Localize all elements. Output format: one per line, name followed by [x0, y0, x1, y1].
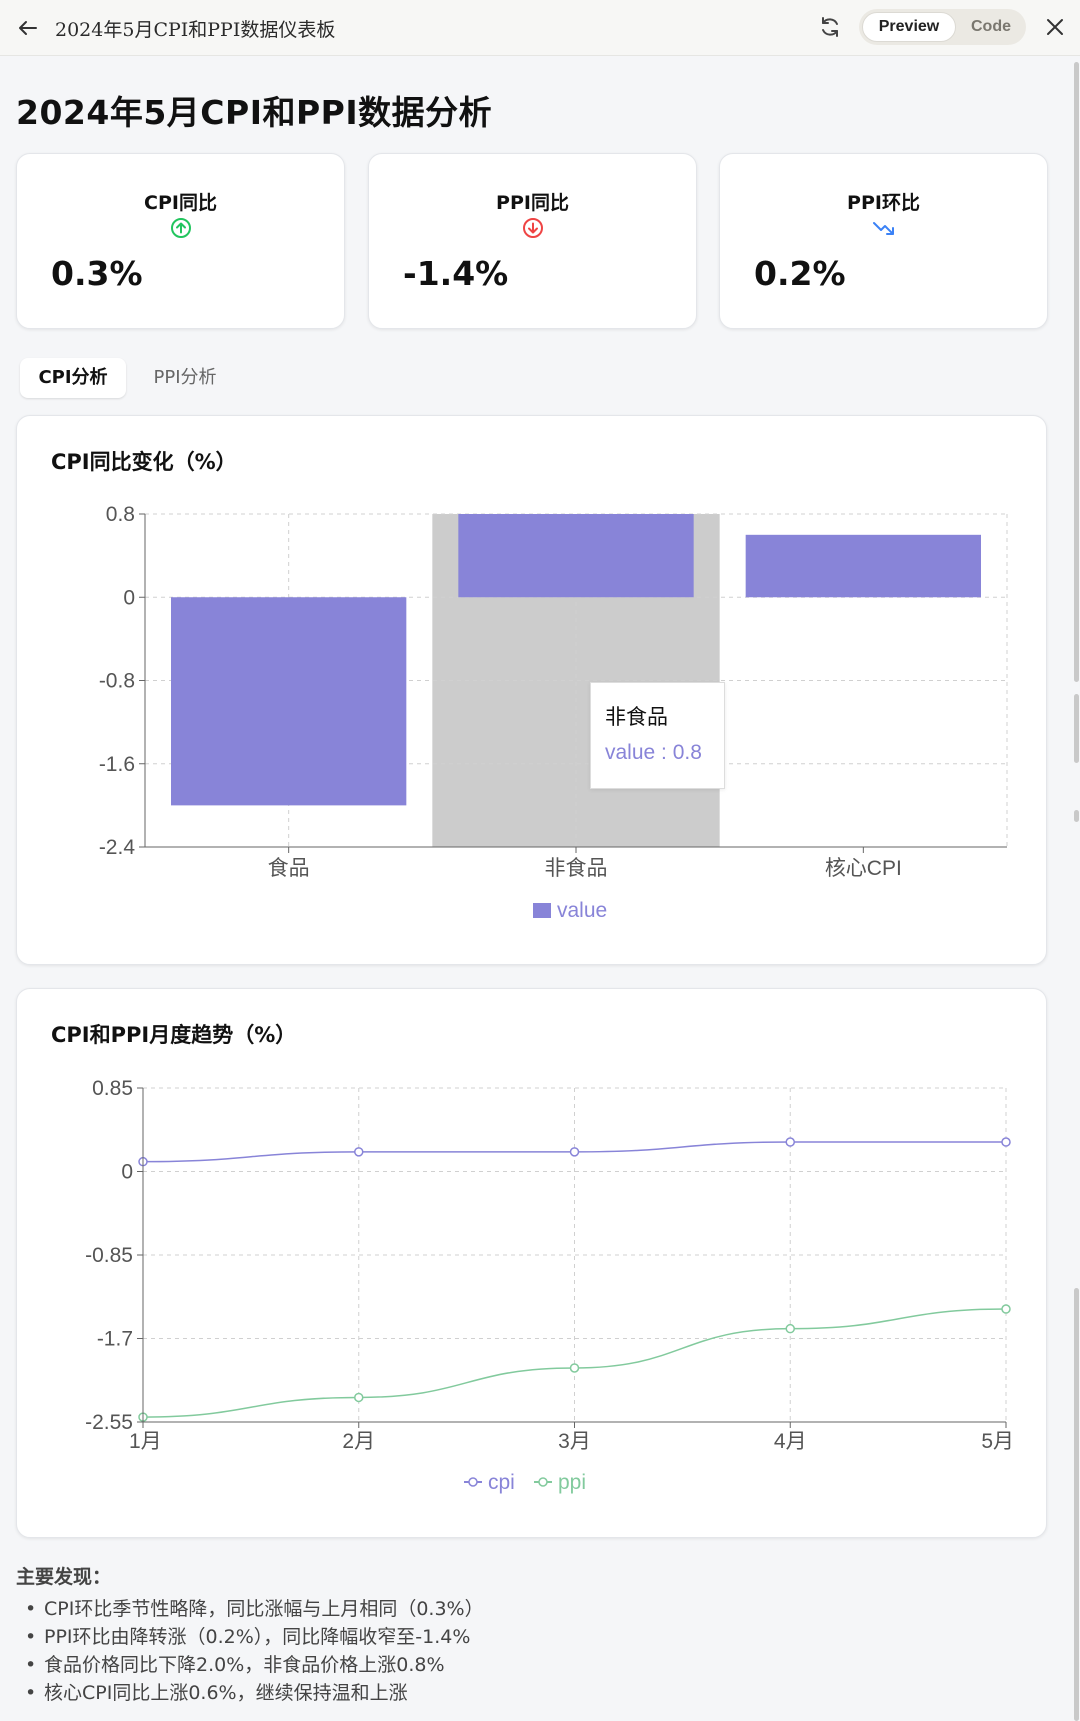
finding-item: 核心CPI同比上涨0.6%，继续保持温和上涨 [16, 1679, 1056, 1707]
y-tick-label: -1.6 [99, 753, 135, 776]
legend-label: ppi [558, 1471, 586, 1494]
window-title: 2024年5月CPI和PPI数据仪表板 [55, 19, 336, 41]
close-icon[interactable] [1040, 12, 1070, 42]
finding-item: 食品价格同比下降2.0%，非食品价格上涨0.8% [16, 1651, 1056, 1679]
x-tick-label: 2月 [342, 1430, 375, 1453]
code-toggle-button[interactable]: Code [961, 12, 1021, 42]
y-tick-label: 0 [123, 586, 135, 609]
finding-item: PPI环比由降转涨（0.2%），同比降幅收窄至-1.4% [16, 1623, 1056, 1651]
bar-chart: 0.80-0.8-1.6-2.4食品 非食品 核心CPIvalue [99, 503, 1008, 922]
line-chart-card: CPI和PPI月度趋势（%） 0.85 0 -0.85 -1.7 -2.55 1月 2月 3月… [16, 988, 1047, 1538]
legend-label: cpi [488, 1471, 515, 1494]
chart-tooltip: 非食品 value : 0.8 [590, 682, 725, 789]
x-tick-label: 核心CPI [825, 857, 902, 880]
y-tick-label: -2.4 [99, 836, 136, 859]
top-bar: 2024年5月CPI和PPI数据仪表板 Preview Code [0, 0, 1080, 56]
stat-label: PPI环比 [847, 192, 920, 214]
tooltip-value: value : 0.8 [605, 741, 702, 764]
back-arrow-icon[interactable] [14, 14, 42, 42]
stat-label: PPI同比 [496, 192, 569, 214]
refresh-icon[interactable] [815, 12, 845, 42]
data-point-cpi [569, 1147, 580, 1157]
x-tick-label: 5月 [981, 1430, 1014, 1453]
x-tick-label: 3月 [558, 1430, 591, 1453]
trending-down-icon [872, 222, 894, 235]
tab-cpi-analysis[interactable]: CPI分析 [20, 358, 126, 398]
tab-ppi-analysis[interactable]: PPI分析 [136, 358, 234, 398]
data-point-cpi [1001, 1137, 1011, 1147]
stat-card-cpi-yoy: CPI同比 0.3% [16, 153, 345, 329]
y-tick-label: -1.7 [97, 1328, 133, 1351]
preview-toggle-button[interactable]: Preview [862, 12, 956, 42]
data-point-cpi [354, 1147, 364, 1157]
stat-value: 0.3% [51, 254, 143, 293]
bar [458, 514, 694, 598]
legend-label: value [557, 899, 607, 922]
data-point-ppi [569, 1363, 580, 1373]
legend-swatch [533, 903, 551, 918]
data-point-cpi [785, 1137, 795, 1147]
legend-marker [538, 1477, 548, 1487]
x-tick-label: 4月 [774, 1430, 807, 1453]
y-tick-label: -2.55 [85, 1411, 133, 1434]
data-point-ppi [354, 1392, 364, 1403]
preview-code-toggle: Preview Code [859, 9, 1026, 45]
arrow-down-circle-icon [522, 218, 543, 238]
stat-label: CPI同比 [144, 192, 217, 214]
y-tick-label: 0.8 [106, 503, 135, 526]
x-tick-label: 食品 [268, 857, 310, 880]
data-point-ppi [1001, 1304, 1011, 1314]
x-tick-label: 非食品 [545, 857, 608, 880]
key-findings: 主要发现： CPI环比季节性略降，同比涨幅与上月相同（0.3%） PPI环比由降… [16, 1562, 1056, 1707]
y-tick-label: 0.85 [92, 1077, 133, 1100]
y-tick-label: -0.85 [85, 1244, 133, 1267]
arrow-up-circle-icon [170, 218, 191, 238]
findings-title: 主要发现： [16, 1566, 112, 1588]
stat-value: 0.2% [754, 254, 846, 293]
stat-value: -1.4% [403, 254, 509, 293]
legend-marker [468, 1477, 478, 1487]
page-title: 2024年5月CPI和PPI数据分析 [16, 93, 493, 132]
data-point-ppi [785, 1323, 795, 1334]
bar [171, 597, 407, 806]
x-tick-label: 1月 [129, 1430, 162, 1453]
stat-card-ppi-mom: PPI环比 0.2% [719, 153, 1048, 329]
tooltip-category: 非食品 [605, 705, 668, 729]
stat-card-ppi-yoy: PPI同比 -1.4% [368, 153, 697, 329]
y-tick-label: -0.8 [99, 670, 135, 693]
scrollbar[interactable] [1072, 62, 1080, 1721]
line-chart: 0.85 0 -0.85 -1.7 -2.551月 2月 3月 4月 5月 cpi ppi [85, 1077, 1014, 1494]
bar [745, 534, 981, 598]
bar-chart-card: CPI同比变化（%） 0.8 0 -0.8 -1.6 -2.4 食品 非食品 核心CPI val… [16, 415, 1047, 965]
y-tick-label: 0 [121, 1161, 133, 1184]
finding-item: CPI环比季节性略降，同比涨幅与上月相同（0.3%） [16, 1595, 1056, 1623]
